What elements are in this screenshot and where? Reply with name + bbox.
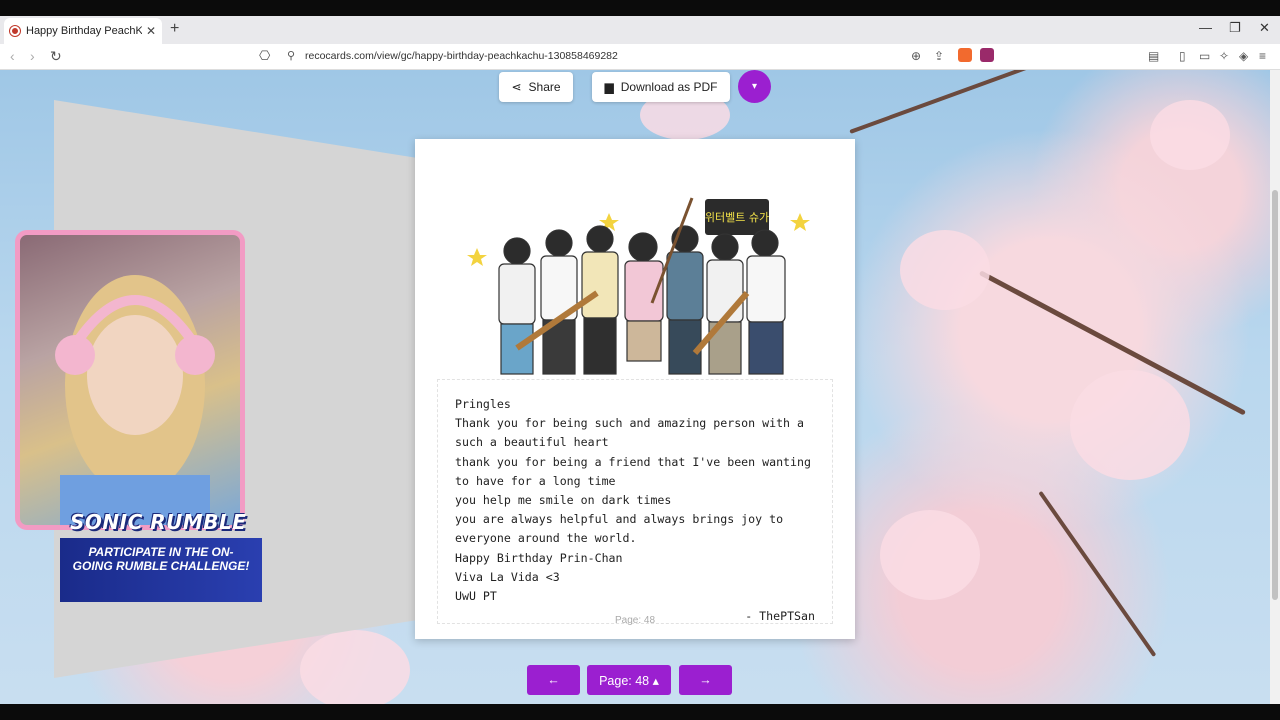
back-icon[interactable]: ‹ — [10, 48, 15, 64]
page-select-button[interactable]: Page: 48 ▴ — [587, 665, 671, 695]
page-select-label: Page: 48 ▴ — [599, 673, 659, 688]
page-scrollbar[interactable] — [1270, 70, 1280, 704]
more-options-button[interactable]: ▾ — [738, 70, 771, 103]
brave-rewards-icon[interactable] — [980, 48, 994, 62]
band-illustration: 위터벨트 슈가 — [467, 197, 810, 375]
message-line: Thank you for being such and amazing per… — [455, 416, 805, 431]
download-label: Download as PDF — [620, 80, 718, 94]
message-line: to have for a long time — [455, 473, 616, 488]
browser-tab[interactable]: Happy Birthday PeachKachu! | R ✕ — [4, 18, 162, 44]
url-field[interactable]: recocards.com/view/gc/happy-birthday-pea… — [305, 50, 618, 62]
sign-text: 위터벨트 슈가 — [705, 211, 769, 224]
message-line: Pringles — [455, 397, 511, 411]
tree-branch — [849, 70, 1096, 134]
message-line: you help me smile on dark times — [455, 493, 672, 508]
message-line: you are always helpful and always brings… — [455, 512, 784, 527]
reader-icon[interactable]: ▤ — [1148, 49, 1159, 63]
card-message: Pringles Thank you for being such and am… — [437, 379, 833, 624]
sidebar-icon[interactable]: ▯ — [1179, 49, 1186, 63]
message-line: such a beautiful heart — [455, 435, 609, 450]
download-pdf-button[interactable]: ▆ Download as PDF — [592, 72, 730, 102]
share-icon[interactable]: ⇪ — [934, 49, 944, 63]
arrow-right-icon: → — [699, 673, 712, 687]
webcam-overlay — [15, 230, 245, 530]
message-line: Viva La Vida <3 — [455, 569, 560, 584]
share-button[interactable]: ⋖ Share — [499, 72, 573, 102]
blossom-cluster — [1070, 370, 1190, 480]
page-number-footer: Page: 48 — [614, 615, 656, 626]
wallet-icon[interactable]: ▭ — [1199, 49, 1210, 63]
page-content: 위터벨트 슈가 Pringles Thank you for being suc… — [0, 70, 1280, 704]
restore-icon[interactable]: ❐ — [1229, 20, 1241, 36]
site-info-icon[interactable]: ⚲ — [287, 49, 295, 62]
message-line: everyone around the world. — [455, 531, 637, 546]
challenge-banner: PARTICIPATE IN THE ON-GOING RUMBLE CHALL… — [60, 538, 262, 602]
window-close-icon[interactable]: ✕ — [1259, 20, 1270, 36]
card-page: 위터벨트 슈가 Pringles Thank you for being suc… — [415, 139, 855, 639]
leo-icon[interactable]: ✧ — [1219, 49, 1229, 63]
share-icon: ⋖ — [511, 80, 522, 94]
minimize-icon[interactable]: — — [1199, 20, 1212, 35]
menu-icon[interactable]: ≡ — [1259, 49, 1266, 63]
blossom-cluster — [1150, 100, 1230, 170]
zoom-icon[interactable]: ⊕ — [911, 49, 921, 63]
tab-bar: Happy Birthday PeachKachu! | R ✕ + — ❐ ✕ — [0, 16, 1280, 44]
streamer-figure — [55, 275, 215, 525]
blossom-cluster — [900, 230, 990, 310]
card-illustration: 위터벨트 슈가 — [447, 143, 823, 379]
scrollbar-thumb[interactable] — [1272, 190, 1278, 600]
bookmark-icon[interactable]: ⎔ — [259, 48, 270, 64]
challenge-text: PARTICIPATE IN THE ON-GOING RUMBLE CHALL… — [72, 545, 250, 573]
sonic-rumble-title: SONIC RUMBLE — [70, 510, 247, 534]
next-page-button[interactable]: → — [679, 665, 732, 695]
caret-down-icon: ▾ — [751, 81, 758, 92]
pdf-icon: ▆ — [604, 80, 614, 94]
address-bar: ‹ › ↻ ⎔ ⚲ recocards.com/view/gc/happy-bi… — [0, 44, 1280, 70]
os-bottom-bar — [0, 704, 1280, 720]
reload-icon[interactable]: ↻ — [50, 48, 62, 65]
blossom-cluster — [300, 630, 410, 704]
site-favicon-icon — [10, 26, 20, 36]
message-line: thank you for being a friend that I've b… — [455, 454, 811, 469]
vpn-icon[interactable]: ◈ — [1239, 49, 1248, 63]
message-line: Happy Birthday Prin-Chan — [455, 550, 623, 565]
forward-icon[interactable]: › — [30, 48, 35, 64]
prev-page-button[interactable]: ← — [527, 665, 580, 695]
message-line: UwU PT — [455, 589, 497, 604]
tab-title: Happy Birthday PeachKachu! | R — [26, 25, 142, 37]
tree-branch — [1038, 490, 1157, 657]
new-tab-icon[interactable]: + — [170, 20, 179, 38]
brave-shield-icon[interactable] — [958, 48, 972, 62]
blossom-cluster — [880, 510, 980, 600]
close-tab-icon[interactable]: ✕ — [146, 24, 156, 38]
os-top-bar — [0, 0, 1280, 16]
share-label: Share — [528, 80, 561, 94]
arrow-left-icon: ← — [547, 673, 560, 687]
